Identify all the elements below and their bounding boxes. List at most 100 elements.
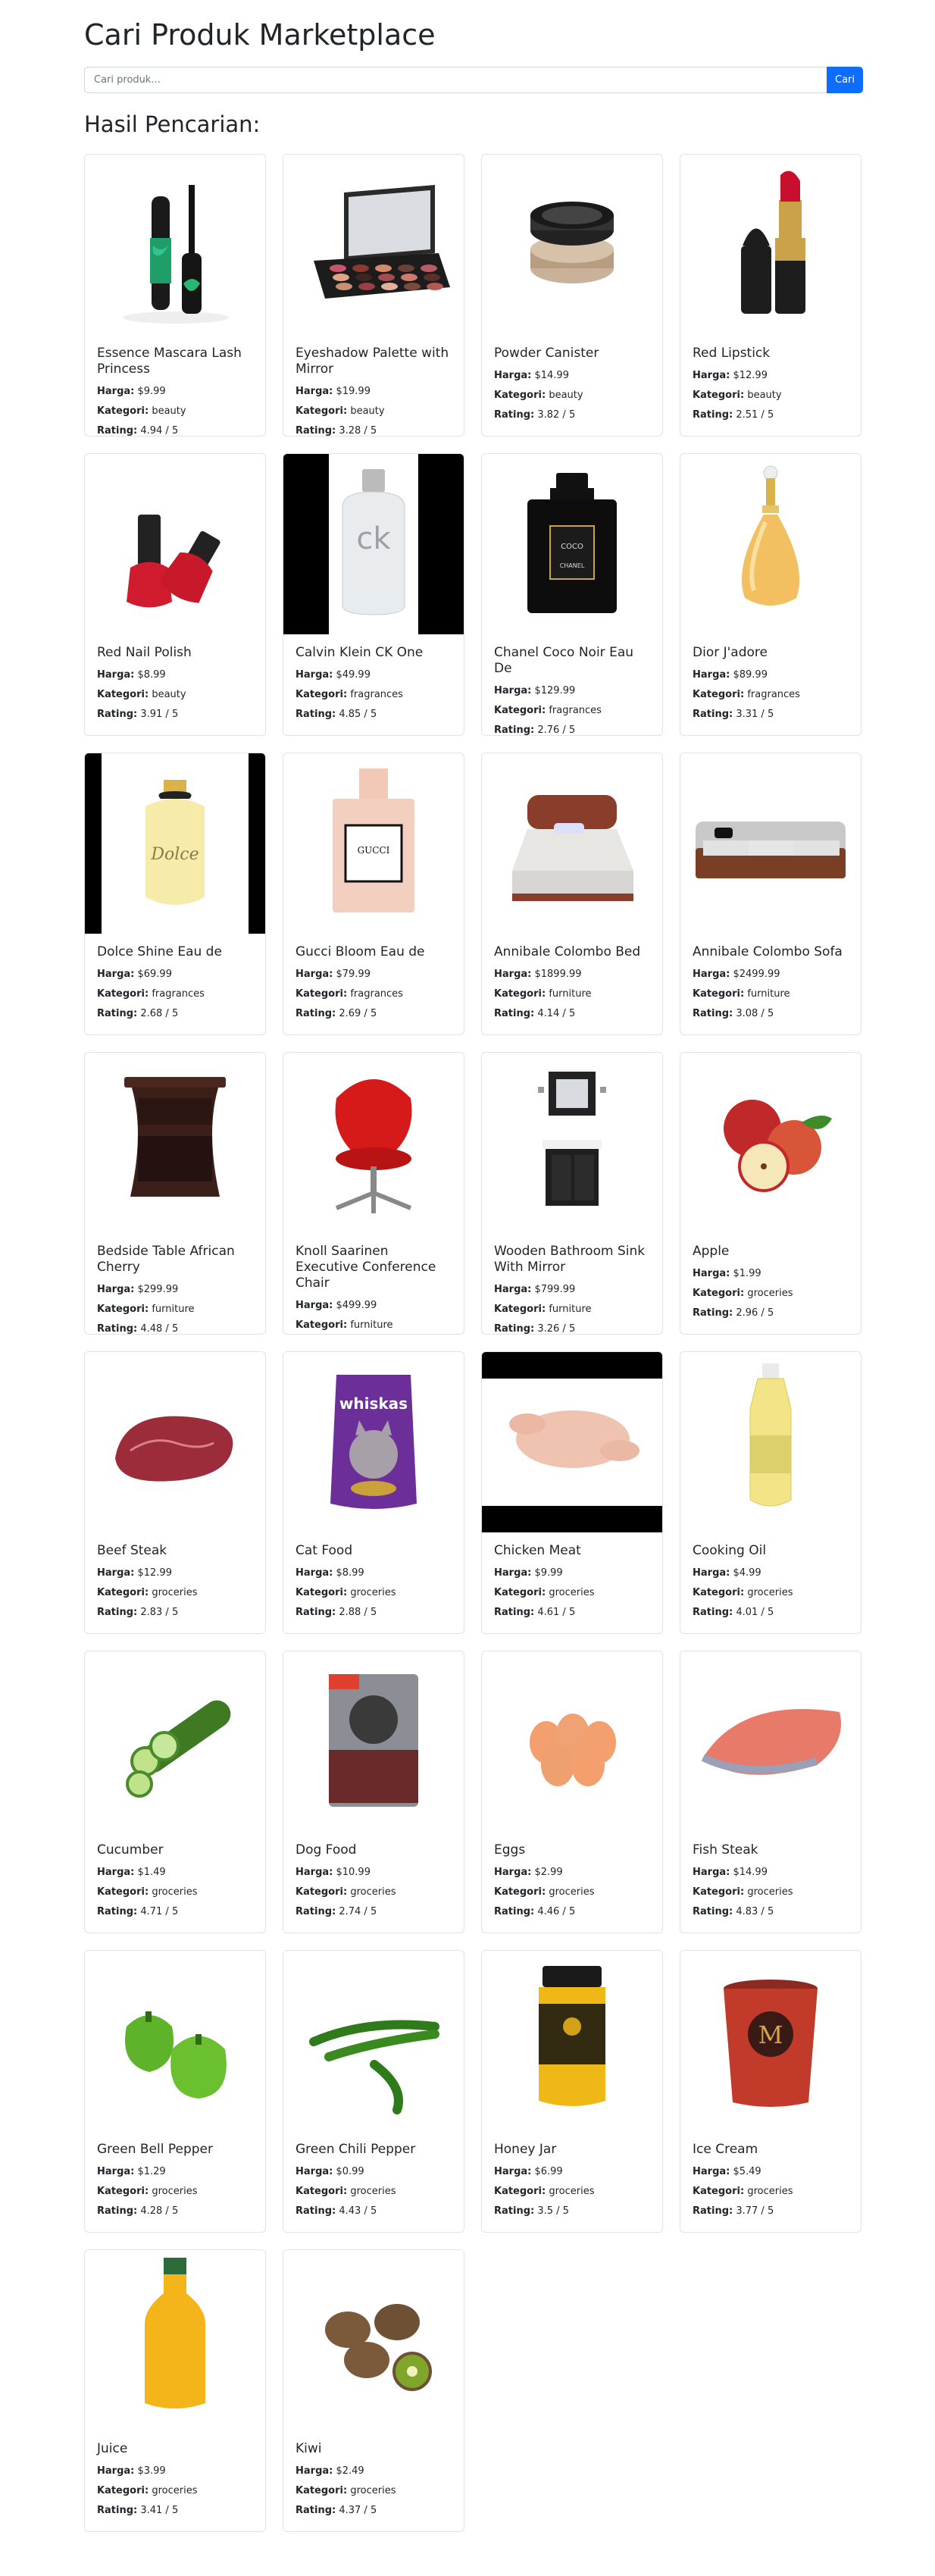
product-name: Honey Jar xyxy=(494,2142,557,2157)
product-card[interactable]: Green Bell Pepper Harga: $1.29 Kategori:… xyxy=(84,1950,266,2233)
product-card[interactable]: Dior J'adore Harga: $89.99 Kategori: fra… xyxy=(680,453,862,736)
lipstick-icon xyxy=(741,171,805,314)
product-card[interactable]: ck Calvin Klein CK One Harga: $49.99 Kat… xyxy=(283,453,464,736)
sofa-icon xyxy=(696,822,846,878)
rating-value: 4.85 / 5 xyxy=(339,709,377,720)
search-button[interactable]: Cari xyxy=(827,67,863,93)
price-value: $14.99 xyxy=(534,370,569,381)
rating-value: 3.5 / 5 xyxy=(537,2205,569,2217)
rating-label: Rating: xyxy=(296,2205,336,2217)
beef-steak-icon xyxy=(115,1416,233,1482)
category-label: Kategori: xyxy=(693,1587,745,1598)
price-label: Harga: xyxy=(97,969,135,980)
product-card[interactable]: whiskas Cat Food Harga: $8.99 Kategori: … xyxy=(283,1351,464,1634)
product-card[interactable]: Green Chili Pepper Harga: $0.99 Kategori… xyxy=(283,1950,464,2233)
product-category: Kategori: beauty xyxy=(494,386,650,405)
product-card[interactable]: M Ice Cream Harga: $5.49 Kategori: groce… xyxy=(680,1950,862,2233)
price-value: $9.99 xyxy=(137,386,166,397)
category-value: fragrances xyxy=(350,689,403,700)
product-card[interactable]: Kiwi Harga: $2.49 Kategori: groceries Ra… xyxy=(283,2249,464,2532)
rating-label: Rating: xyxy=(296,1906,336,1917)
product-card[interactable]: Red Nail Polish Harga: $8.99 Kategori: b… xyxy=(84,453,266,736)
rating-label: Rating: xyxy=(693,1307,733,1319)
rating-value: 3.28 / 5 xyxy=(339,425,377,437)
product-name: Cat Food xyxy=(296,1543,353,1558)
rating-value: 2.74 / 5 xyxy=(339,1906,377,1917)
product-card[interactable]: Apple Harga: $1.99 Kategori: groceries R… xyxy=(680,1052,862,1335)
chanel-bottle-icon: COCO CHANEL xyxy=(527,473,617,613)
price-value: $12.99 xyxy=(733,370,768,381)
product-card-body: Gucci Bloom Eau de Harga: $79.99 Kategor… xyxy=(283,934,464,1024)
product-card-body: Green Bell Pepper Harga: $1.29 Kategori:… xyxy=(85,2131,265,2221)
product-card[interactable]: Chicken Meat Harga: $9.99 Kategori: groc… xyxy=(481,1351,663,1634)
svg-text:whiskas: whiskas xyxy=(339,1394,408,1413)
nail-polish-icon xyxy=(127,515,220,608)
product-card[interactable]: Cooking Oil Harga: $4.99 Kategori: groce… xyxy=(680,1351,862,1634)
price-value: $89.99 xyxy=(733,669,768,681)
product-card[interactable]: GUCCI Gucci Bloom Eau de Harga: $79.99 K… xyxy=(283,753,464,1035)
rating-label: Rating: xyxy=(693,709,733,720)
product-card[interactable]: Juice Harga: $3.99 Kategori: groceries R… xyxy=(84,2249,266,2532)
product-image: Dolce xyxy=(85,753,265,934)
search-input[interactable] xyxy=(84,67,827,93)
product-rating: Rating: 4.83 / 5 xyxy=(693,1902,849,1922)
rating-label: Rating: xyxy=(693,1906,733,1917)
search-bar: Cari xyxy=(84,67,863,93)
gucci-bottle-icon: GUCCI xyxy=(333,768,414,912)
product-image: ck xyxy=(283,454,464,634)
product-card[interactable]: Powder Canister Harga: $14.99 Kategori: … xyxy=(481,154,663,437)
product-price: Harga: $10.99 xyxy=(296,1863,452,1883)
product-price: Harga: $129.99 xyxy=(494,681,650,701)
product-category: Kategori: groceries xyxy=(494,1583,650,1603)
product-price: Harga: $3.99 xyxy=(97,2462,253,2481)
category-value: groceries xyxy=(549,2186,595,2197)
product-card[interactable]: Eggs Harga: $2.99 Kategori: groceries Ra… xyxy=(481,1651,663,1933)
price-label: Harga: xyxy=(693,1268,730,1279)
price-value: $14.99 xyxy=(733,1867,768,1878)
svg-text:CHANEL: CHANEL xyxy=(560,562,585,569)
product-card[interactable]: Dog Food Harga: $10.99 Kategori: groceri… xyxy=(283,1651,464,1933)
product-card[interactable]: Knoll Saarinen Executive Conference Chai… xyxy=(283,1052,464,1335)
price-label: Harga: xyxy=(494,685,532,696)
product-card[interactable]: Eyeshadow Palette with Mirror Harga: $19… xyxy=(283,154,464,437)
product-image xyxy=(680,753,861,934)
product-card[interactable]: Annibale Colombo Sofa Harga: $2499.99 Ka… xyxy=(680,753,862,1035)
product-card[interactable]: Beef Steak Harga: $12.99 Kategori: groce… xyxy=(84,1351,266,1634)
product-image xyxy=(85,1352,265,1532)
product-card-body: Honey Jar Harga: $6.99 Kategori: groceri… xyxy=(482,2131,662,2221)
product-category: Kategori: groceries xyxy=(494,1883,650,1902)
product-card[interactable]: Honey Jar Harga: $6.99 Kategori: groceri… xyxy=(481,1950,663,2233)
category-label: Kategori: xyxy=(97,1304,149,1315)
product-card[interactable]: Bedside Table African Cherry Harga: $299… xyxy=(84,1052,266,1335)
product-name: Eggs xyxy=(494,1842,526,1858)
product-card-body: Beef Steak Harga: $12.99 Kategori: groce… xyxy=(85,1532,265,1623)
price-label: Harga: xyxy=(494,1567,532,1579)
product-card[interactable]: Wooden Bathroom Sink With Mirror Harga: … xyxy=(481,1052,663,1335)
rating-value: 3.31 / 5 xyxy=(736,709,774,720)
cucumber-icon xyxy=(126,1700,231,1798)
product-card[interactable]: COCO CHANEL Chanel Coco Noir Eau De Harg… xyxy=(481,453,663,736)
product-name: Dior J'adore xyxy=(693,645,768,660)
product-card[interactable]: Essence Mascara Lash Princess Harga: $9.… xyxy=(84,154,266,437)
rating-label: Rating: xyxy=(494,2205,535,2217)
category-value: groceries xyxy=(350,2485,396,2496)
product-image xyxy=(85,454,265,634)
product-price: Harga: $4.99 xyxy=(693,1563,849,1583)
product-card[interactable]: Fish Steak Harga: $14.99 Kategori: groce… xyxy=(680,1651,862,1933)
product-card[interactable]: Red Lipstick Harga: $12.99 Kategori: bea… xyxy=(680,154,862,437)
category-value: groceries xyxy=(350,1587,396,1598)
category-value: groceries xyxy=(350,1886,396,1898)
rating-value: 2.69 / 5 xyxy=(339,1008,377,1019)
product-card[interactable]: Dolce Dolce Shine Eau de Harga: $69.99 K… xyxy=(84,753,266,1035)
rating-label: Rating: xyxy=(494,1906,535,1917)
product-card[interactable]: Cucumber Harga: $1.49 Kategori: grocerie… xyxy=(84,1651,266,1933)
category-value: beauty xyxy=(152,405,186,417)
rating-label: Rating: xyxy=(494,1607,535,1618)
product-card-body: Fish Steak Harga: $14.99 Kategori: groce… xyxy=(680,1832,861,1922)
rating-value: 4.28 / 5 xyxy=(140,2205,179,2217)
product-card[interactable]: Annibale Colombo Bed Harga: $1899.99 Kat… xyxy=(481,753,663,1035)
category-value: beauty xyxy=(747,390,782,401)
product-category: Kategori: beauty xyxy=(97,685,253,705)
product-category: Kategori: fragrances xyxy=(494,701,650,721)
category-value: groceries xyxy=(152,1587,198,1598)
